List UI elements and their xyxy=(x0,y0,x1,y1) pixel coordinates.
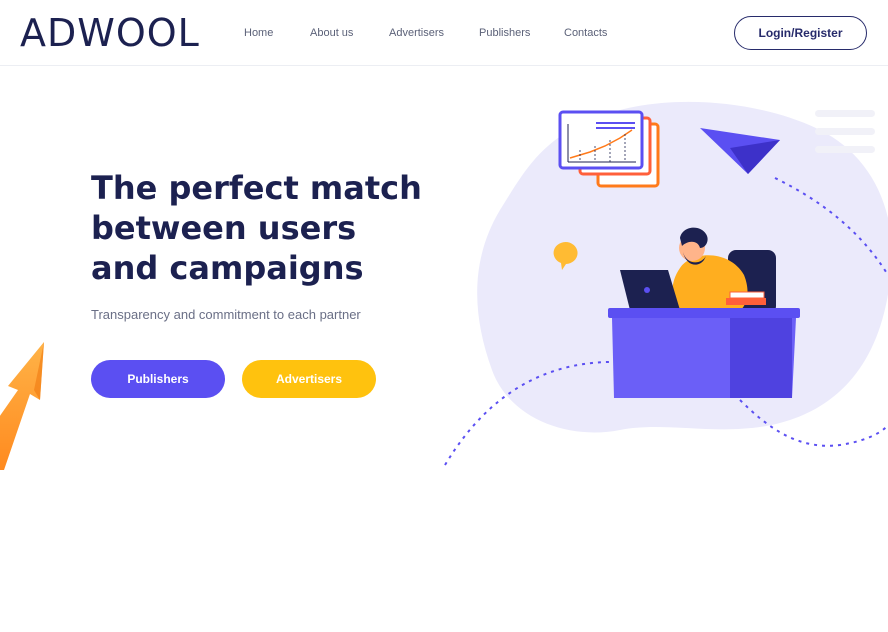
chart-card-front xyxy=(558,110,644,170)
nav-contacts[interactable]: Contacts xyxy=(564,26,607,40)
book-stack xyxy=(726,298,766,305)
desk-top xyxy=(608,308,800,318)
nav-home[interactable]: Home xyxy=(244,26,273,40)
office-illustration xyxy=(444,101,888,466)
nav-publishers[interactable]: Publishers xyxy=(479,26,530,40)
adwool-logo[interactable]: ADWOOL xyxy=(20,12,200,54)
hero-title: The perfect match between users and camp… xyxy=(91,169,422,287)
advertisers-button[interactable]: Advertisers xyxy=(242,360,376,398)
hero-subtitle: Transparency and commitment to each part… xyxy=(91,307,361,322)
nav-advertisers[interactable]: Advertisers xyxy=(389,26,444,40)
publishers-button[interactable]: Publishers xyxy=(91,360,225,398)
site-header: ADWOOL Home About us Advertisers Publish… xyxy=(0,0,888,66)
decor-line xyxy=(815,146,875,153)
decor-line xyxy=(815,110,875,117)
nav-about-us[interactable]: About us xyxy=(310,26,353,40)
login-register-button[interactable]: Login/Register xyxy=(734,16,867,50)
growth-arrow-icon xyxy=(0,342,44,470)
decor-line xyxy=(815,128,875,135)
